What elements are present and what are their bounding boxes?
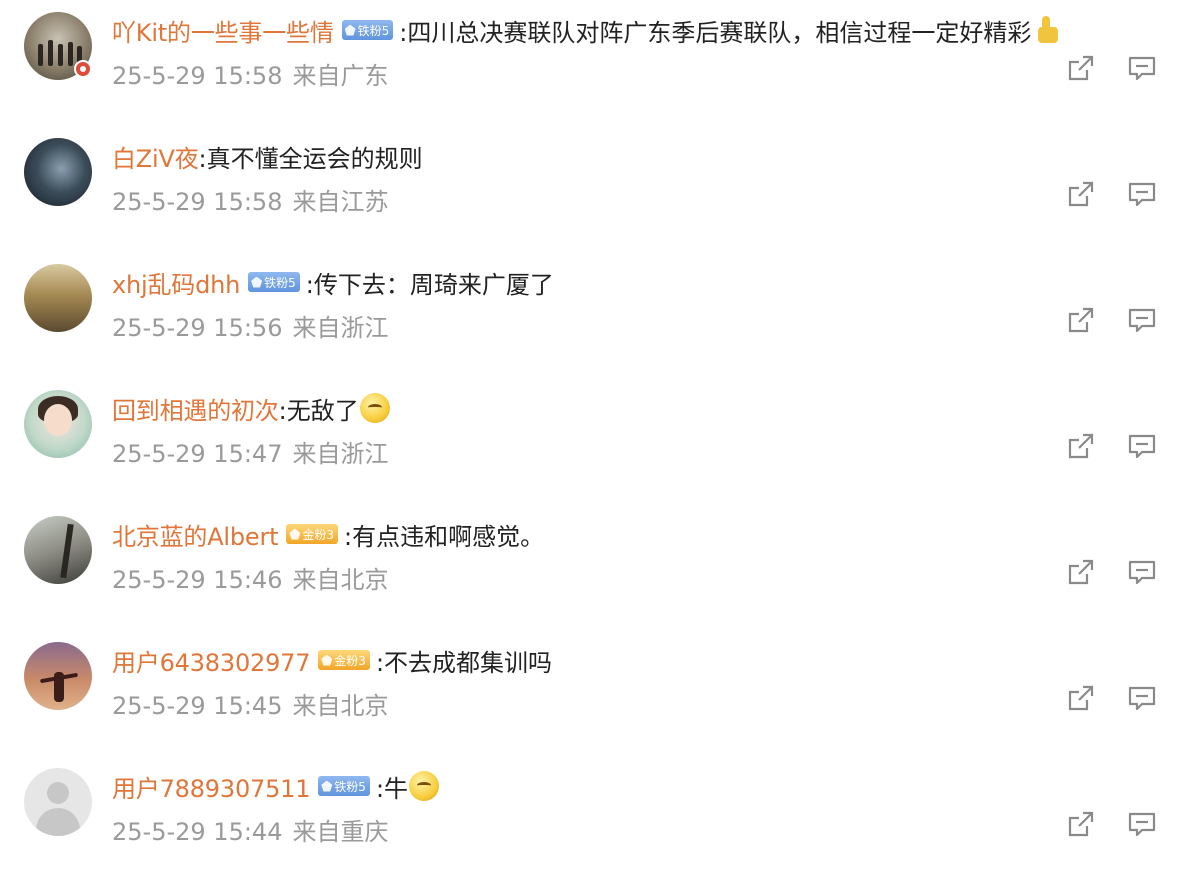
- comment-time: 25-5-29 15:46: [112, 566, 283, 594]
- comment-text: :有点违和啊感觉。: [344, 522, 545, 551]
- comment-text: :牛: [375, 774, 409, 803]
- comment-item: xhj乱码dhh 铁粉5 :传下去：周琦来广厦了 25-5-29 15:56 来自…: [0, 252, 1190, 378]
- share-icon[interactable]: [1065, 178, 1097, 210]
- comment-location: 来自广东: [292, 62, 389, 90]
- comment-time: 25-5-29 15:56: [112, 314, 283, 342]
- fan-badge-icon: [251, 276, 263, 288]
- share-icon[interactable]: [1065, 556, 1097, 588]
- comment-item: 吖Kit的一些事一些情 铁粉5 :四川总决赛联队对阵广东季后赛联队，相信过程一定…: [0, 0, 1190, 126]
- share-icon[interactable]: [1065, 52, 1097, 84]
- avatar[interactable]: [24, 516, 92, 584]
- share-icon[interactable]: [1065, 808, 1097, 840]
- comment-text: :传下去：周琦来广厦了: [305, 270, 554, 299]
- avatar[interactable]: [24, 390, 92, 458]
- comment-meta: 25-5-29 15:58 来自广东: [112, 56, 388, 91]
- fan-level-badge: 金粉3: [286, 524, 339, 544]
- comment-item: 用户7889307511 铁粉5 :牛 25-5-29 15:44 来自重庆: [0, 756, 1190, 882]
- comment-item: 回到相遇的初次 :无敌了 25-5-29 15:47 来自浙江: [0, 378, 1190, 504]
- comment-time: 25-5-29 15:47: [112, 440, 283, 468]
- comment-location: 来自北京: [292, 566, 389, 594]
- fan-badge-icon: [321, 654, 333, 666]
- laughing-emoji-icon: [359, 393, 390, 423]
- username[interactable]: 白ZiV夜: [112, 139, 199, 174]
- comment-meta: 25-5-29 15:46 来自北京: [112, 560, 388, 595]
- comment-icon[interactable]: [1126, 808, 1158, 840]
- fan-level-badge: 金粉3: [318, 650, 370, 670]
- comment-item: 北京蓝的Albert 金粉3 :有点违和啊感觉。 25-5-29 15:46 来自…: [0, 504, 1190, 630]
- fan-level-badge: 铁粉5: [318, 776, 370, 796]
- fan-badge-icon: [289, 528, 301, 540]
- username[interactable]: 用户7889307511: [112, 769, 310, 804]
- fan-level-badge: 铁粉5: [248, 272, 300, 292]
- fan-level-badge: 铁粉5: [341, 20, 394, 40]
- fan-badge-icon: [321, 780, 333, 792]
- comment-location: 来自北京: [292, 692, 389, 720]
- avatar[interactable]: [24, 642, 92, 710]
- comment-meta: 25-5-29 15:44 来自重庆: [112, 812, 388, 847]
- comment-text: :不去成都集训吗: [375, 648, 553, 677]
- avatar[interactable]: [24, 768, 92, 836]
- comment-text: :四川总决赛联队对阵广东季后赛联队，相信过程一定好精彩: [399, 18, 1032, 47]
- comment-time: 25-5-29 15:44: [112, 818, 283, 846]
- verified-badge-icon: [74, 60, 92, 78]
- comment-time: 25-5-29 15:58: [112, 188, 283, 216]
- laughing-emoji-icon: [409, 771, 440, 801]
- fan-badge-icon: [344, 24, 356, 36]
- share-icon[interactable]: [1065, 430, 1097, 462]
- share-icon[interactable]: [1065, 682, 1097, 714]
- comment-icon[interactable]: [1126, 430, 1158, 462]
- comment-location: 来自重庆: [292, 818, 389, 846]
- comment-location: 来自浙江: [292, 314, 389, 342]
- comment-icon[interactable]: [1126, 556, 1158, 588]
- username[interactable]: xhj乱码dhh: [112, 265, 240, 300]
- comment-meta: 25-5-29 15:56 来自浙江: [112, 308, 388, 343]
- username[interactable]: 吖Kit的一些事一些情: [112, 13, 334, 48]
- comment-icon[interactable]: [1126, 304, 1158, 336]
- comment-time: 25-5-29 15:45: [112, 692, 283, 720]
- avatar[interactable]: [24, 138, 92, 206]
- comment-text: :真不懂全运会的规则: [198, 144, 423, 173]
- avatar[interactable]: [24, 264, 92, 332]
- comment-list: 吖Kit的一些事一些情 铁粉5 :四川总决赛联队对阵广东季后赛联队，相信过程一定…: [0, 0, 1190, 846]
- thumbs-up-icon: [1032, 15, 1062, 45]
- comment-meta: 25-5-29 15:47 来自浙江: [112, 434, 388, 469]
- comment-icon[interactable]: [1126, 682, 1158, 714]
- comment-time: 25-5-29 15:58: [112, 62, 283, 90]
- comment-item: 用户6438302977 金粉3 :不去成都集训吗 25-5-29 15:45 来…: [0, 630, 1190, 756]
- comment-icon[interactable]: [1126, 52, 1158, 84]
- comment-text: :无敌了: [278, 396, 359, 425]
- comment-icon[interactable]: [1126, 178, 1158, 210]
- comment-location: 来自江苏: [292, 188, 389, 216]
- username[interactable]: 回到相遇的初次: [112, 391, 279, 426]
- comment-location: 来自浙江: [292, 440, 389, 468]
- comment-meta: 25-5-29 15:58 来自江苏: [112, 182, 388, 217]
- comment-item: 白ZiV夜 :真不懂全运会的规则 25-5-29 15:58 来自江苏: [0, 126, 1190, 252]
- username[interactable]: 用户6438302977: [112, 643, 310, 678]
- comment-meta: 25-5-29 15:45 来自北京: [112, 686, 388, 721]
- share-icon[interactable]: [1065, 304, 1097, 336]
- username[interactable]: 北京蓝的Albert: [112, 517, 279, 552]
